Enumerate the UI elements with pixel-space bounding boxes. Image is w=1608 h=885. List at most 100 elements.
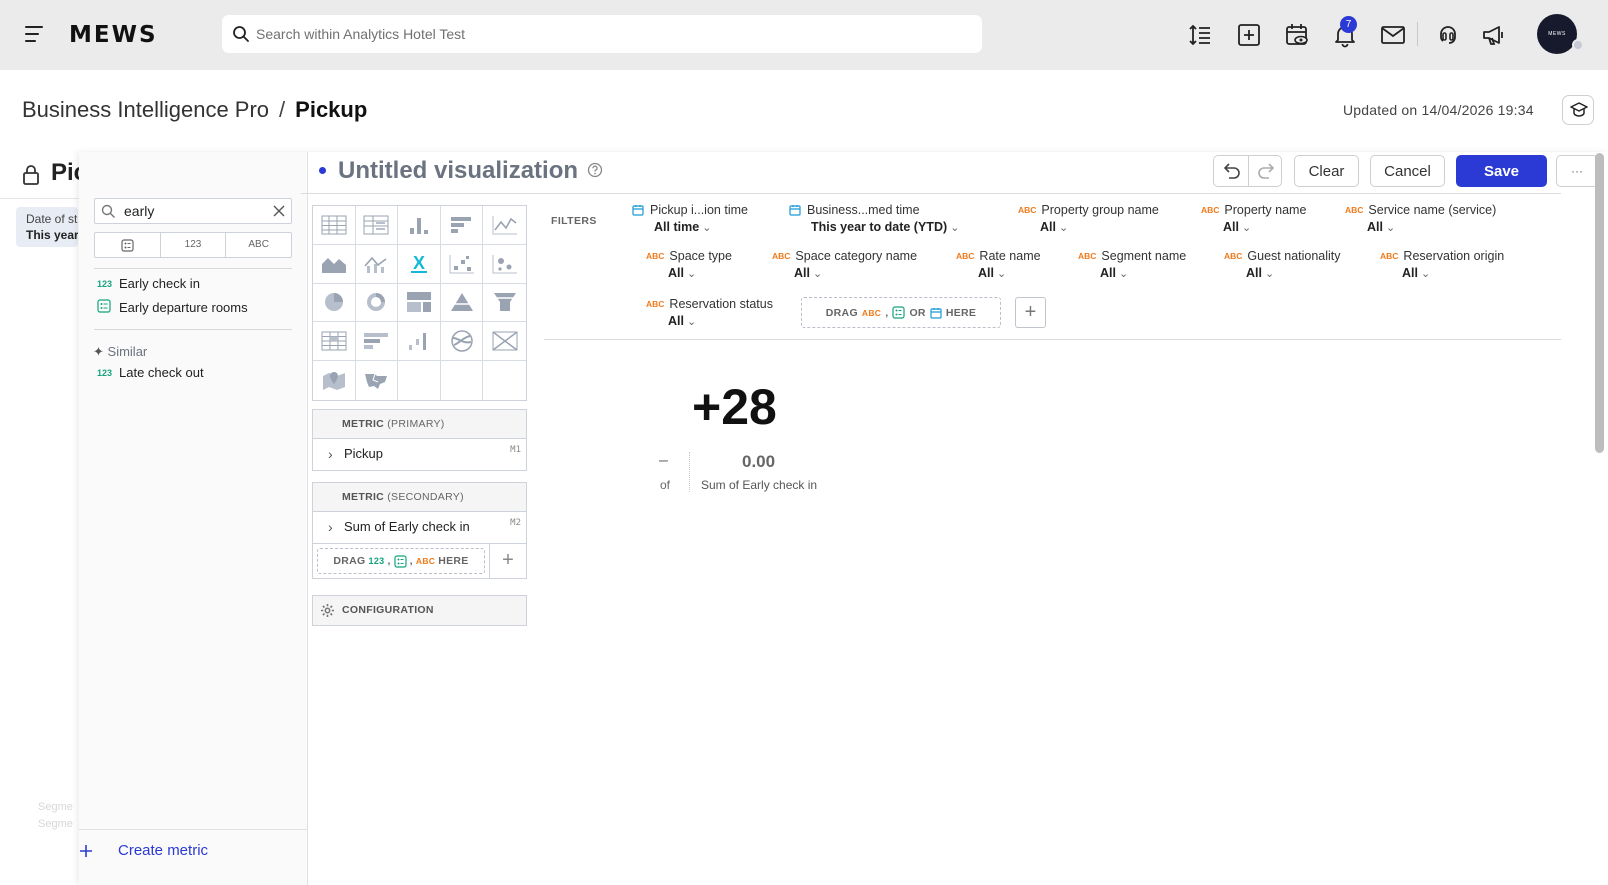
mews-logo[interactable]: MEWS xyxy=(69,22,158,48)
support-icon[interactable] xyxy=(1435,22,1461,48)
filter-property-group-name[interactable]: ABC Property group name All xyxy=(1018,203,1159,234)
viz-type-bar[interactable] xyxy=(440,206,484,245)
clear-button[interactable]: Clear xyxy=(1294,155,1359,187)
viz-type-pie[interactable] xyxy=(313,283,356,323)
viz-type-column[interactable] xyxy=(398,206,441,245)
filter-reservation-origin[interactable]: ABC Reservation origin All xyxy=(1380,249,1504,280)
chevron-right-icon[interactable]: › xyxy=(328,439,333,469)
menu-icon[interactable] xyxy=(25,26,43,42)
filter-space-category-name[interactable]: ABC Space category name All xyxy=(772,249,917,280)
user-avatar[interactable]: MEWS xyxy=(1537,14,1577,54)
undo-icon[interactable] xyxy=(1222,162,1242,180)
mail-icon[interactable] xyxy=(1380,22,1406,48)
catalog-divider xyxy=(94,268,292,269)
calendar-eye-icon[interactable] xyxy=(1284,22,1310,48)
help-icon[interactable] xyxy=(587,162,603,178)
viz-type-treemap[interactable] xyxy=(398,283,441,323)
cancel-button[interactable]: Cancel xyxy=(1370,155,1445,187)
viz-type-scatter[interactable] xyxy=(440,244,484,284)
megaphone-icon[interactable] xyxy=(1481,22,1507,48)
viz-type-empty-cell xyxy=(398,361,441,400)
filter-guest-nationality[interactable]: ABC Guest nationality All xyxy=(1224,249,1341,280)
add-filter-button[interactable]: + xyxy=(1015,297,1046,328)
viz-type-waterfall[interactable] xyxy=(398,322,441,362)
filter-space-type[interactable]: ABC Space type All xyxy=(646,249,732,280)
fact-icon: 123 xyxy=(368,556,385,566)
catalog-search-input[interactable] xyxy=(124,199,264,223)
type-tab-label[interactable]: ABC xyxy=(226,233,291,257)
viz-type-area[interactable] xyxy=(313,244,356,284)
redo-icon[interactable] xyxy=(1256,162,1276,180)
create-metric-button[interactable]: Create metric xyxy=(79,829,307,885)
headline-secondary-value: 0.00 xyxy=(742,452,776,471)
viz-type-line[interactable] xyxy=(483,206,526,245)
filter-rate-name[interactable]: ABC Rate name All xyxy=(956,249,1041,280)
bucket-item-pickup[interactable]: › Pickup M1 xyxy=(313,439,526,470)
more-options-button[interactable]: ··· xyxy=(1556,155,1598,187)
attribute-icon: ABC xyxy=(861,307,882,318)
bucket-item-label: Sum of Early check in xyxy=(344,519,470,534)
headline-separator xyxy=(689,452,690,492)
clear-search-icon[interactable] xyxy=(272,204,286,218)
filter-value: All xyxy=(1040,220,1159,234)
viz-type-pivot[interactable] xyxy=(355,206,399,245)
gear-icon xyxy=(321,604,334,617)
viz-type-heatmap[interactable] xyxy=(313,322,356,362)
type-tab-attribute[interactable] xyxy=(95,233,161,257)
line-chart-icon xyxy=(492,215,517,235)
filter-name: Service name (service) xyxy=(1368,203,1497,217)
line-height-icon[interactable] xyxy=(1187,22,1213,48)
filter-reservation-status[interactable]: ABC Reservation status All xyxy=(646,297,773,328)
filter-divider xyxy=(544,339,1561,340)
viz-type-dependency-wheel[interactable] xyxy=(483,322,526,362)
catalog-item-early-check-in[interactable]: 123 Early check in xyxy=(97,276,200,291)
bucket-title: METRIC xyxy=(342,418,385,430)
add-square-icon[interactable] xyxy=(1236,22,1262,48)
visualization-title[interactable]: Untitled visualization xyxy=(338,157,578,185)
catalog-search[interactable] xyxy=(94,198,292,224)
bucket-metric-primary: METRIC (PRIMARY) › Pickup M1 xyxy=(312,409,527,471)
filter-service-name[interactable]: ABC Service name (service) All xyxy=(1345,203,1496,234)
viz-type-combo[interactable] xyxy=(355,244,399,284)
catalog-item-label: Early departure rooms xyxy=(119,300,248,315)
viz-type-bullet[interactable] xyxy=(355,322,399,362)
filter-segment-name[interactable]: ABC Segment name All xyxy=(1078,249,1186,280)
scrollbar[interactable] xyxy=(1595,153,1604,453)
viz-type-sankey[interactable] xyxy=(440,322,484,362)
catalog-item-early-departure-rooms[interactable]: Early departure rooms xyxy=(97,299,248,316)
filter-business-time[interactable]: Business...med time This year to date (Y… xyxy=(789,203,959,234)
sparkle-icon: ✦ xyxy=(93,344,104,359)
viz-type-donut[interactable] xyxy=(355,283,399,323)
bucket-drop-zone[interactable]: DRAG 123, , ABC HERE xyxy=(317,548,485,574)
donut-chart-icon xyxy=(367,293,386,312)
viz-type-funnel[interactable] xyxy=(483,284,526,323)
breadcrumb-parent[interactable]: Business Intelligence Pro xyxy=(22,97,269,122)
configuration-section[interactable]: CONFIGURATION xyxy=(312,595,527,626)
drop-zone-here-text: HERE xyxy=(438,555,469,567)
filter-property-name[interactable]: ABC Property name All xyxy=(1201,203,1306,234)
date-filter-label: Date of st xyxy=(26,212,78,226)
global-search-input[interactable] xyxy=(256,15,956,53)
viz-type-region-map[interactable] xyxy=(356,361,399,400)
type-tab-fact[interactable]: 123 xyxy=(161,233,227,257)
viz-type-headline[interactable]: X xyxy=(398,244,441,284)
background-divider xyxy=(0,198,80,199)
save-button[interactable]: Save xyxy=(1456,155,1547,187)
filter-pickup-time[interactable]: Pickup i...ion time All time xyxy=(632,203,748,234)
filter-value: All xyxy=(1367,220,1496,234)
viz-type-pushpin-map[interactable] xyxy=(313,361,356,400)
catalog-item-late-check-out[interactable]: 123 Late check out xyxy=(97,365,204,380)
graduation-cap-icon xyxy=(1570,102,1588,117)
viz-type-table[interactable] xyxy=(313,206,356,245)
viz-type-bubble[interactable] xyxy=(483,245,526,284)
filter-drop-zone[interactable]: DRAG ABC, OR HERE xyxy=(801,297,1001,328)
add-metric-button[interactable]: + xyxy=(489,544,526,578)
filter-name: Guest nationality xyxy=(1247,249,1341,263)
bucket-item-sum-early-check-in[interactable]: › Sum of Early check in M2 xyxy=(313,512,526,543)
dashboard-date-filter[interactable]: Date of st This year xyxy=(16,207,78,247)
global-search[interactable] xyxy=(222,15,982,53)
learn-button[interactable] xyxy=(1562,95,1594,125)
bucket-subtitle: (SECONDARY) xyxy=(387,491,464,503)
chevron-right-icon[interactable]: › xyxy=(328,512,333,542)
viz-type-pyramid[interactable] xyxy=(440,283,484,323)
